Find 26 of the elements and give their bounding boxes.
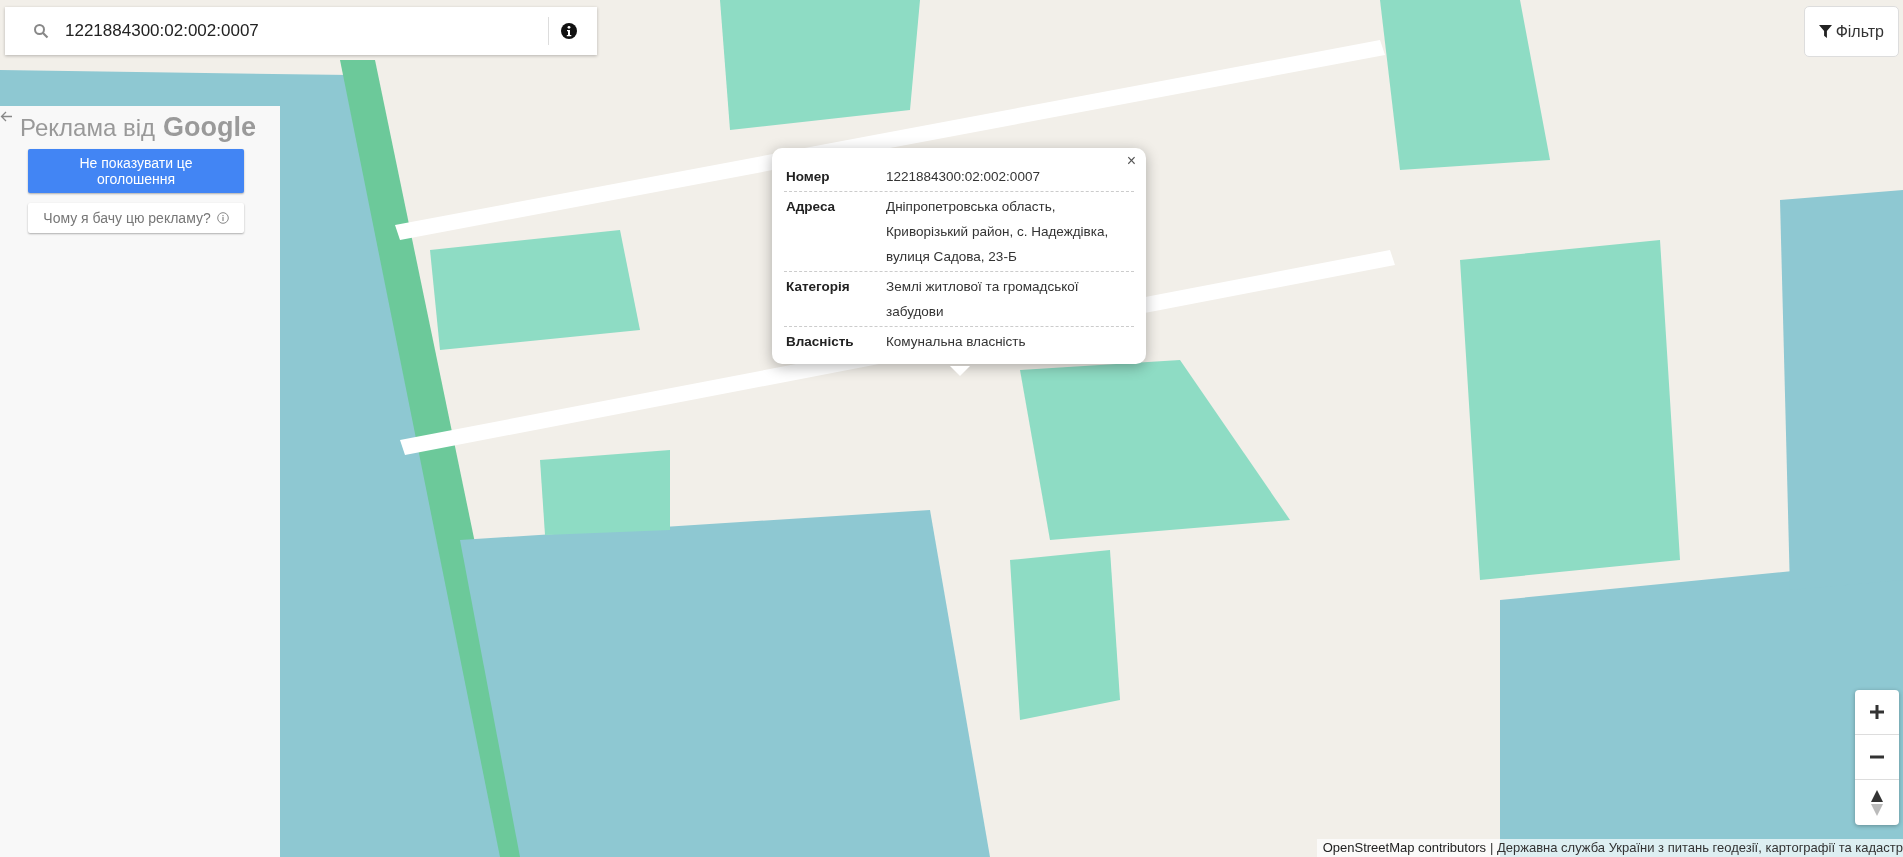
field-label: Власність <box>786 333 855 351</box>
why-ad-button[interactable]: Чому я бачу цю рекламу? <box>28 203 244 233</box>
ad-title: Реклама від <box>20 114 156 142</box>
attribution-text: | Державна служба України з питань геодезії, картографії та кадастр <box>1489 840 1903 855</box>
field-value: Землі житлової та громадської забудови <box>886 278 1080 321</box>
search-field[interactable]: 1221884300:02:002:0007 <box>65 16 540 46</box>
info-icon <box>216 212 229 224</box>
filter-button[interactable]: Фільтр <box>1803 6 1899 57</box>
popup-pointer <box>950 366 970 376</box>
field-value: Комунальна власність <box>886 333 1026 351</box>
field-value: 1221884300:02:002:0007 <box>886 168 1040 186</box>
attribution-link[interactable]: OpenStreetMap contributors <box>1322 840 1486 855</box>
info-icon[interactable] <box>561 23 577 39</box>
funnel-icon <box>1818 25 1832 38</box>
field-value: Дніпропетровська область, Криворізький район, с. Надеждівка, вулиця Садова, 23-Б <box>886 198 1110 266</box>
close-button[interactable]: × <box>1124 152 1138 170</box>
ad-brand: Google <box>163 112 257 143</box>
plus-icon <box>1869 704 1885 720</box>
field-label: Номер <box>786 168 831 186</box>
compass-icon <box>1871 789 1883 816</box>
search-bar[interactable]: 1221884300:02:002:0007 <box>5 7 597 55</box>
search-icon[interactable] <box>33 23 49 39</box>
field-label: Адреса <box>786 198 837 216</box>
hide-ad-button[interactable]: Не показувати це оголошення <box>28 149 244 193</box>
field-label: Категорія <box>786 278 851 296</box>
back-arrow-icon[interactable] <box>0 110 13 123</box>
